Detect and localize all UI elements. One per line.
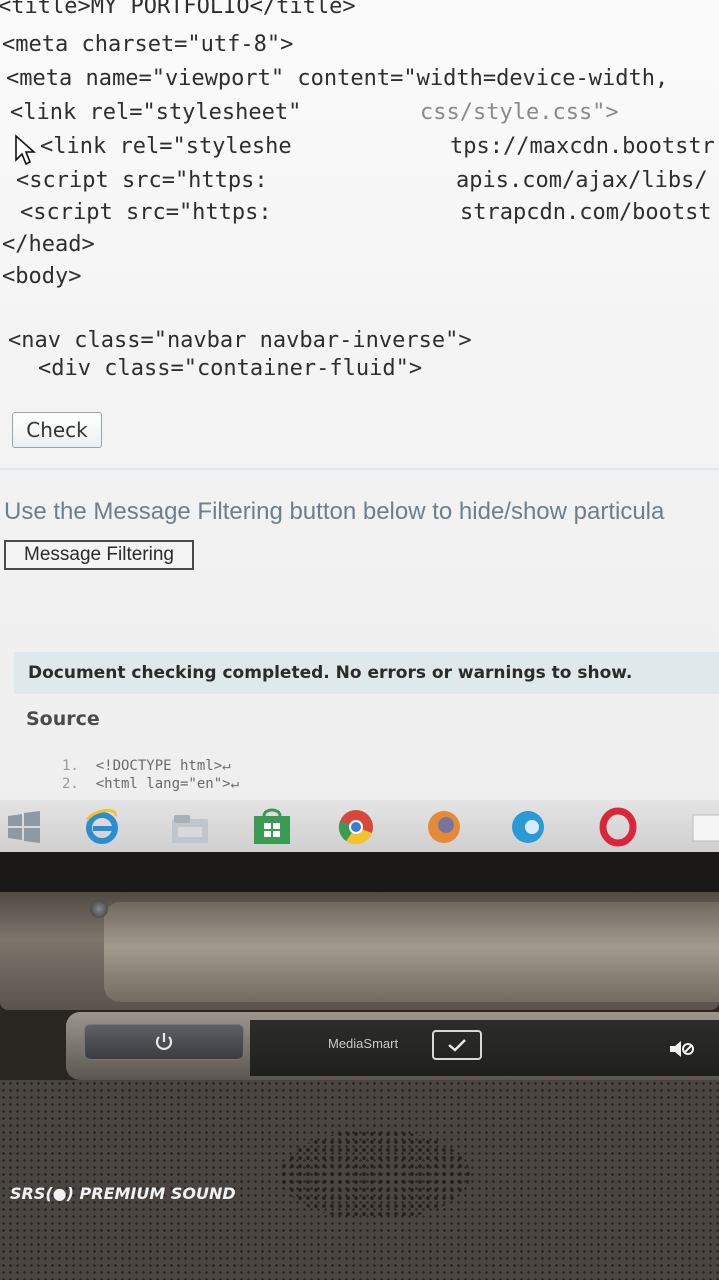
firefox-icon[interactable] — [424, 808, 464, 846]
chrome-icon[interactable] — [336, 808, 376, 846]
opera-icon[interactable] — [598, 807, 638, 847]
code-line: <link rel="styleshe — [40, 134, 292, 159]
media-strip — [250, 1020, 719, 1076]
internet-explorer-icon[interactable] — [82, 808, 122, 846]
message-filtering-button[interactable]: Message Filtering — [4, 540, 194, 570]
code-line: css/style.css"> — [420, 100, 619, 125]
status-message: Document checking completed. No errors o… — [14, 652, 719, 694]
mute-icon[interactable] — [668, 1040, 696, 1062]
windows-start-icon[interactable] — [4, 808, 44, 846]
power-icon — [155, 1033, 173, 1050]
speaker-grille — [280, 1130, 470, 1220]
laptop-bezel — [0, 852, 719, 892]
media-check-button[interactable] — [432, 1030, 482, 1060]
code-line: strapcdn.com/bootst — [460, 200, 712, 225]
source-line: 1. <!DOCTYPE html>↵ — [62, 758, 231, 774]
code-editor[interactable]: <title>MY PORTFOLIO</title> <meta charse… — [0, 0, 719, 392]
source-line: 2. <html lang="en">↵ — [62, 776, 240, 792]
check-icon — [448, 1039, 466, 1052]
code-line: tps://maxcdn.bootstr — [450, 134, 715, 159]
mediasmart-label: MediaSmart — [328, 1036, 399, 1051]
window-icon[interactable] — [686, 808, 719, 846]
divider — [0, 468, 719, 470]
code-line: <meta name="viewport" content="width=dev… — [6, 66, 669, 91]
code-line: <link rel="stylesheet" — [10, 100, 302, 125]
hinge-screw — [90, 900, 108, 918]
message-filtering-description: Use the Message Filtering button below t… — [4, 498, 665, 525]
code-line: <div class="container-fluid"> — [38, 356, 423, 381]
srs-premium-sound-logo: SRS(●) PREMIUM SOUND — [10, 1184, 236, 1203]
code-line: <title>MY PORTFOLIO</title> — [0, 0, 356, 19]
screen: <title>MY PORTFOLIO</title> <meta charse… — [0, 0, 719, 852]
file-explorer-icon[interactable] — [170, 808, 210, 846]
check-button[interactable]: Check — [12, 412, 102, 448]
edge-icon[interactable] — [508, 808, 548, 846]
code-line: <script src="https: — [16, 168, 268, 193]
code-line: <meta charset="utf-8"> — [2, 32, 294, 57]
power-button[interactable] — [84, 1024, 244, 1060]
code-line: apis.com/ajax/libs/ — [456, 168, 708, 193]
code-line: </head> — [2, 232, 95, 257]
code-line: <nav class="navbar navbar-inverse"> — [8, 328, 472, 353]
store-icon[interactable] — [252, 808, 292, 846]
mouse-cursor-icon — [15, 134, 36, 166]
hinge-bar — [104, 902, 719, 1002]
code-line: <body> — [2, 264, 82, 289]
taskbar — [0, 800, 719, 852]
code-line: <script src="https: — [20, 200, 272, 225]
source-heading: Source — [26, 708, 100, 730]
